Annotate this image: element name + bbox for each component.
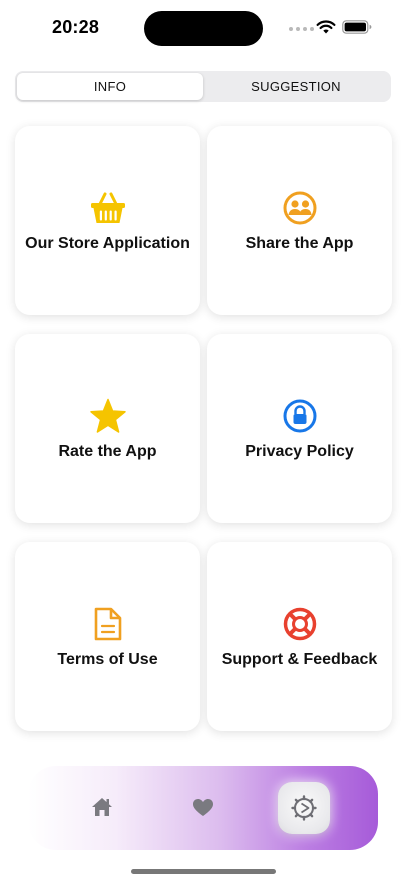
wifi-icon xyxy=(316,20,336,34)
home-indicator xyxy=(131,869,276,874)
cellular-signal-icon xyxy=(289,27,314,31)
privacy-policy-card[interactable]: Privacy Policy xyxy=(207,334,392,523)
card-label: Privacy Policy xyxy=(245,442,354,460)
lock-circle-icon xyxy=(281,397,319,435)
basket-icon xyxy=(89,189,127,227)
card-label: Share the App xyxy=(245,234,354,252)
star-icon xyxy=(89,397,127,435)
tab-home[interactable] xyxy=(87,792,117,822)
card-label: Our Store Application xyxy=(25,234,190,252)
card-label: Terms of Use xyxy=(57,650,158,668)
card-label: Rate the App xyxy=(58,442,157,460)
status-time: 20:28 xyxy=(52,17,100,37)
support-feedback-card[interactable]: Support & Feedback xyxy=(207,542,392,731)
lifebuoy-icon xyxy=(281,605,319,643)
document-icon xyxy=(89,605,127,643)
settings-gear-icon xyxy=(291,795,317,821)
rate-app-card[interactable]: Rate the App xyxy=(15,334,200,523)
tab-info[interactable]: INFO xyxy=(17,73,203,100)
share-app-card[interactable]: Share the App xyxy=(207,126,392,315)
heart-icon xyxy=(193,798,213,816)
status-bar: 20:28 xyxy=(0,0,407,56)
store-application-card[interactable]: Our Store Application xyxy=(15,126,200,315)
tab-settings[interactable] xyxy=(278,782,330,834)
battery-icon xyxy=(342,20,372,34)
info-card-grid: Our Store Application Share the App Rate… xyxy=(15,126,392,731)
dynamic-island xyxy=(144,11,263,46)
tab-favorites[interactable] xyxy=(188,792,218,822)
tab-bar xyxy=(28,766,378,850)
terms-of-use-card[interactable]: Terms of Use xyxy=(15,542,200,731)
card-label: Support & Feedback xyxy=(221,650,378,668)
tab-suggestion[interactable]: SUGGESTION xyxy=(203,73,389,100)
people-circle-icon xyxy=(281,189,319,227)
segmented-control: INFO SUGGESTION xyxy=(15,71,391,102)
home-icon xyxy=(92,798,112,816)
